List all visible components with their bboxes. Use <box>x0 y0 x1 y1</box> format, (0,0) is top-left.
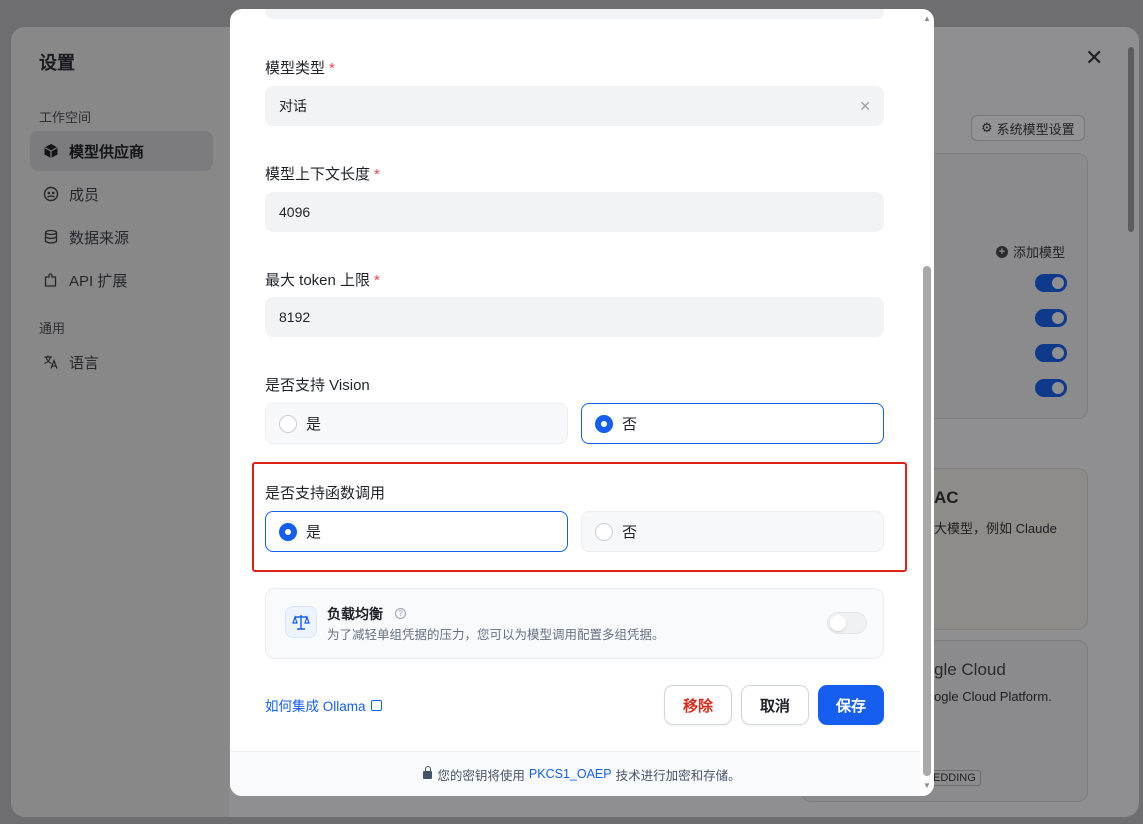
cube-icon <box>42 142 60 160</box>
general-section-label: 通用 <box>39 321 66 336</box>
sidebar-item-language[interactable]: 语言 <box>30 342 213 382</box>
function-call-label: 是否支持函数调用 <box>265 485 386 502</box>
clear-icon[interactable]: ✕ <box>859 98 871 115</box>
add-model-label: 添加模型 <box>1013 245 1066 260</box>
remove-button[interactable]: 移除 <box>664 685 732 725</box>
footer-text-after: 技术进行加密和存储。 <box>615 768 741 783</box>
context-length-label: 模型上下文长度 * <box>265 163 380 184</box>
footer-text-before: 您的密钥将使用 <box>437 768 525 783</box>
label-text: 最大 token 上限 <box>265 272 371 289</box>
option-label: 否 <box>622 524 638 541</box>
sidebar-item-label: API 扩展 <box>69 272 128 290</box>
radio-dot <box>595 414 613 433</box>
sidebar-item-label: 成员 <box>69 186 100 204</box>
pkcs-link[interactable]: PKCS1_OAEP <box>529 767 612 781</box>
label-text: 模型类型 <box>265 60 326 77</box>
option-label: 是 <box>306 524 322 541</box>
model-type-value: 对话 <box>279 98 307 114</box>
scroll-up-icon[interactable]: ▲ <box>923 14 931 23</box>
radio-dot <box>595 522 613 541</box>
sidebar-item-label: 数据来源 <box>69 229 130 247</box>
provider-name-fragment: gle Cloud <box>934 660 1006 679</box>
database-icon <box>42 228 60 246</box>
encryption-footer: 您的密钥将使用 PKCS1_OAEP 技术进行加密和存储。 <box>230 751 934 796</box>
sidebar-item-api-extension[interactable]: API 扩展 <box>30 260 213 300</box>
provider-name-fragment: AC <box>934 488 959 507</box>
model-name-input[interactable] <box>265 9 884 19</box>
close-icon[interactable]: ✕ <box>1085 45 1103 71</box>
load-balancing-title: 负载均衡 <box>327 606 383 622</box>
plus-circle-icon: + <box>996 245 1008 258</box>
puzzle-icon <box>42 271 60 289</box>
load-balancing-description: 为了减轻单组凭据的压力，您可以为模型调用配置多组凭据。 <box>327 628 665 642</box>
translate-icon <box>42 353 60 371</box>
max-tokens-input[interactable]: 8192 <box>265 297 884 337</box>
max-tokens-value: 8192 <box>279 309 311 325</box>
members-icon <box>42 185 60 203</box>
model-type-label: 模型类型 * <box>265 57 335 78</box>
context-length-input[interactable]: 4096 <box>265 192 884 232</box>
context-length-value: 4096 <box>279 204 311 220</box>
option-label: 否 <box>622 416 638 433</box>
label-text: 模型上下文长度 <box>265 166 371 183</box>
model-toggle[interactable] <box>1035 309 1067 327</box>
provider-desc-fragment: 大模型，例如 Claude <box>934 521 1057 536</box>
balance-scale-icon <box>285 606 317 638</box>
vision-label: 是否支持 Vision <box>265 377 370 394</box>
required-mark: * <box>329 60 335 77</box>
model-toggle[interactable] <box>1035 379 1067 397</box>
modal-scrollbar[interactable]: ▲ ▼ <box>920 9 934 796</box>
max-tokens-label: 最大 token 上限 * <box>265 269 380 290</box>
ollama-help-link[interactable]: 如何集成 Ollama <box>265 695 382 715</box>
external-link-icon <box>370 699 382 711</box>
vision-option-yes[interactable]: 是 <box>265 403 568 444</box>
model-config-modal: 模型类型 * 对话 ✕ 模型上下文长度 * 4096 最大 token 上限 * 81… <box>230 9 934 796</box>
help-link-text: 如何集成 Ollama <box>265 699 366 714</box>
sidebar-item-label: 语言 <box>69 354 100 372</box>
option-label: 是 <box>306 416 322 433</box>
sidebar-item-members[interactable]: 成员 <box>30 174 213 214</box>
system-model-settings-label: 系统模型设置 <box>996 121 1075 137</box>
system-model-settings-button[interactable]: ⚙ 系统模型设置 <box>971 115 1085 141</box>
model-toggle[interactable] <box>1035 274 1067 292</box>
help-icon[interactable]: ? <box>395 608 406 619</box>
gear-icon: ⚙ <box>981 120 993 135</box>
function-call-option-yes[interactable]: 是 <box>265 511 568 552</box>
vision-option-no[interactable]: 否 <box>581 403 884 444</box>
required-mark: * <box>374 272 380 289</box>
model-type-select[interactable]: 对话 ✕ <box>265 86 884 126</box>
sidebar-item-model-provider[interactable]: 模型供应商 <box>30 131 213 171</box>
workspace-section-label: 工作空间 <box>39 110 92 125</box>
function-call-option-no[interactable]: 否 <box>581 511 884 552</box>
radio-dot <box>279 414 297 433</box>
lock-icon <box>423 766 433 779</box>
cancel-button[interactable]: 取消 <box>741 685 809 725</box>
scroll-down-icon[interactable]: ▼ <box>923 781 931 790</box>
save-button[interactable]: 保存 <box>818 685 884 725</box>
sidebar-item-data-source[interactable]: 数据来源 <box>30 217 213 257</box>
scrollbar-thumb[interactable] <box>923 266 931 776</box>
add-model-button[interactable]: + 添加模型 <box>996 242 1065 261</box>
load-balancing-card: 负载均衡 ? 为了减轻单组凭据的压力，您可以为模型调用配置多组凭据。 <box>265 588 884 659</box>
provider-desc-fragment: ogle Cloud Platform. <box>934 689 1052 704</box>
required-mark: * <box>374 166 380 183</box>
radio-dot <box>279 522 297 541</box>
embedding-badge-fragment: EDDING <box>928 770 981 786</box>
background-scrollbar[interactable] <box>1128 47 1134 232</box>
model-toggle[interactable] <box>1035 344 1067 362</box>
settings-title: 设置 <box>39 53 75 73</box>
load-balancing-toggle[interactable] <box>827 612 867 634</box>
sidebar-item-label: 模型供应商 <box>69 143 145 161</box>
